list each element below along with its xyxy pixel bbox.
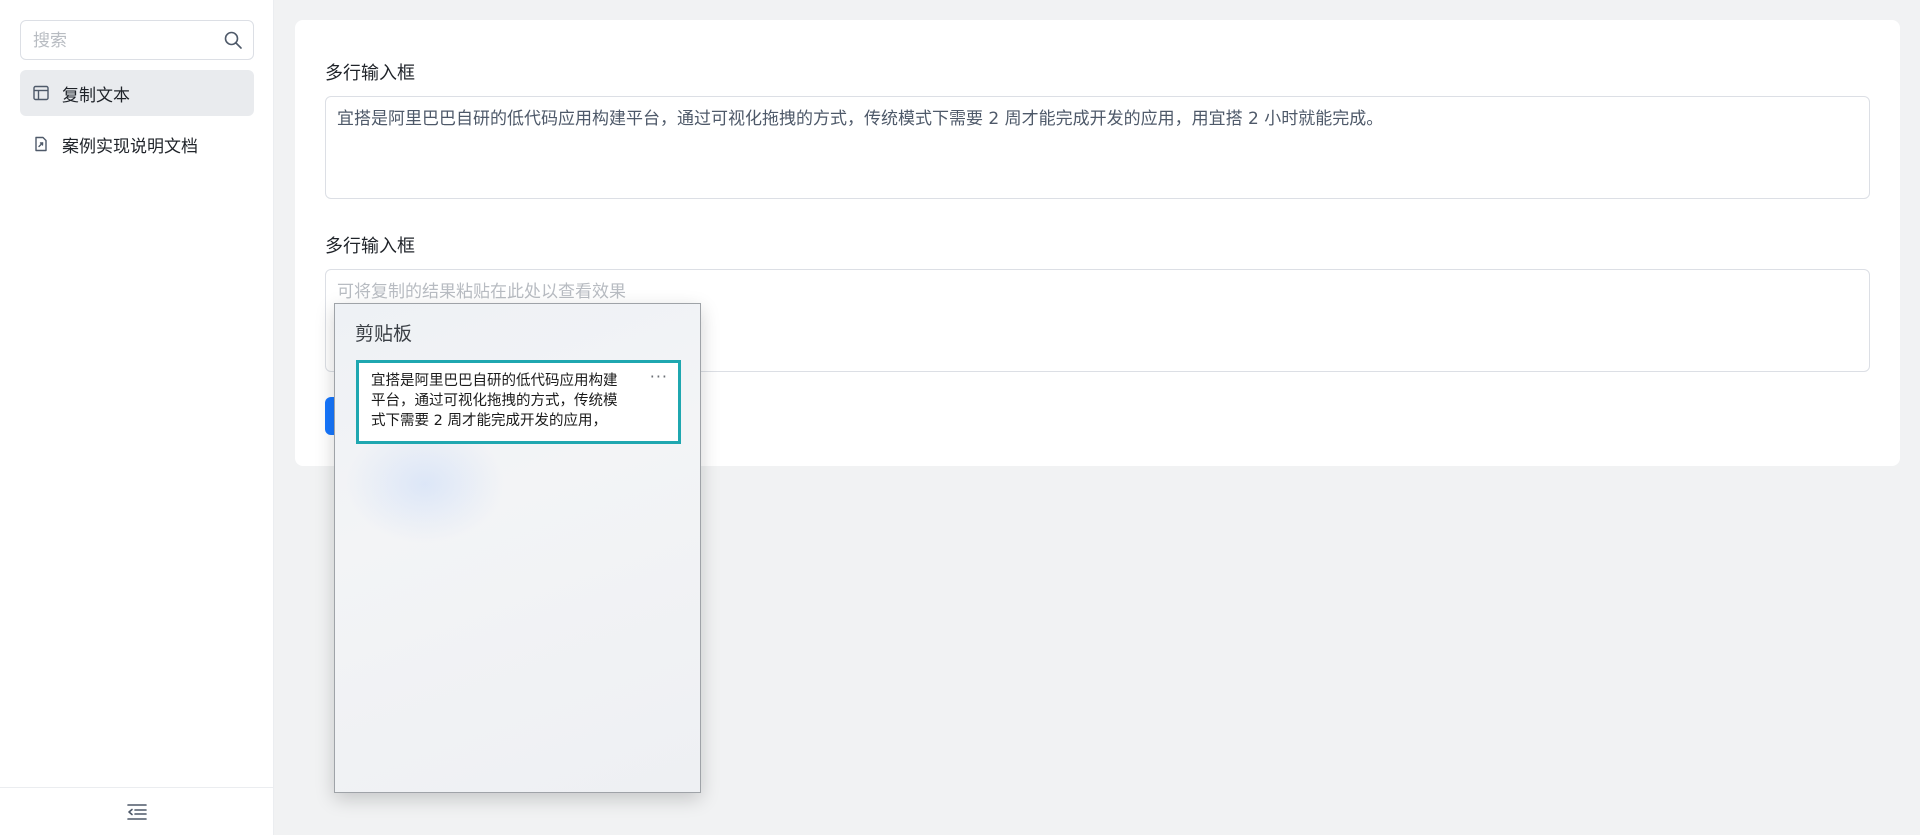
clipboard-item-text: 宜搭是阿里巴巴自研的低代码应用构建平台，通过可视化拖拽的方式，传统模式下需要 2… <box>371 373 618 429</box>
sidebar-footer <box>0 787 274 835</box>
sidebar: 复制文本 案例实现说明文档 <box>0 0 274 835</box>
clipboard-title: 剪贴板 <box>355 323 413 345</box>
sidebar-item-label: 案例实现说明文档 <box>62 136 198 157</box>
more-options-icon[interactable]: ··· <box>650 367 668 386</box>
sidebar-item-copy-text[interactable]: 复制文本 <box>20 70 254 116</box>
sidebar-item-case-doc[interactable]: 案例实现说明文档 <box>20 121 254 167</box>
multiline-input-source[interactable] <box>325 96 1870 199</box>
clipboard-item[interactable]: 宜搭是阿里巴巴自研的低代码应用构建平台，通过可视化拖拽的方式，传统模式下需要 2… <box>356 360 681 444</box>
page-icon <box>33 85 49 101</box>
sidebar-item-label: 复制文本 <box>62 85 130 106</box>
doc-link-icon <box>35 136 47 152</box>
search-icon[interactable] <box>223 30 243 50</box>
clipboard-panel: 剪贴板 宜搭是阿里巴巴自研的低代码应用构建平台，通过可视化拖拽的方式，传统模式下… <box>334 303 701 793</box>
search-input[interactable] <box>31 21 215 61</box>
collapse-menu-icon[interactable] <box>125 802 149 822</box>
field-label: 多行输入框 <box>325 63 415 84</box>
field-label: 多行输入框 <box>325 236 415 257</box>
search-box[interactable] <box>20 20 254 61</box>
